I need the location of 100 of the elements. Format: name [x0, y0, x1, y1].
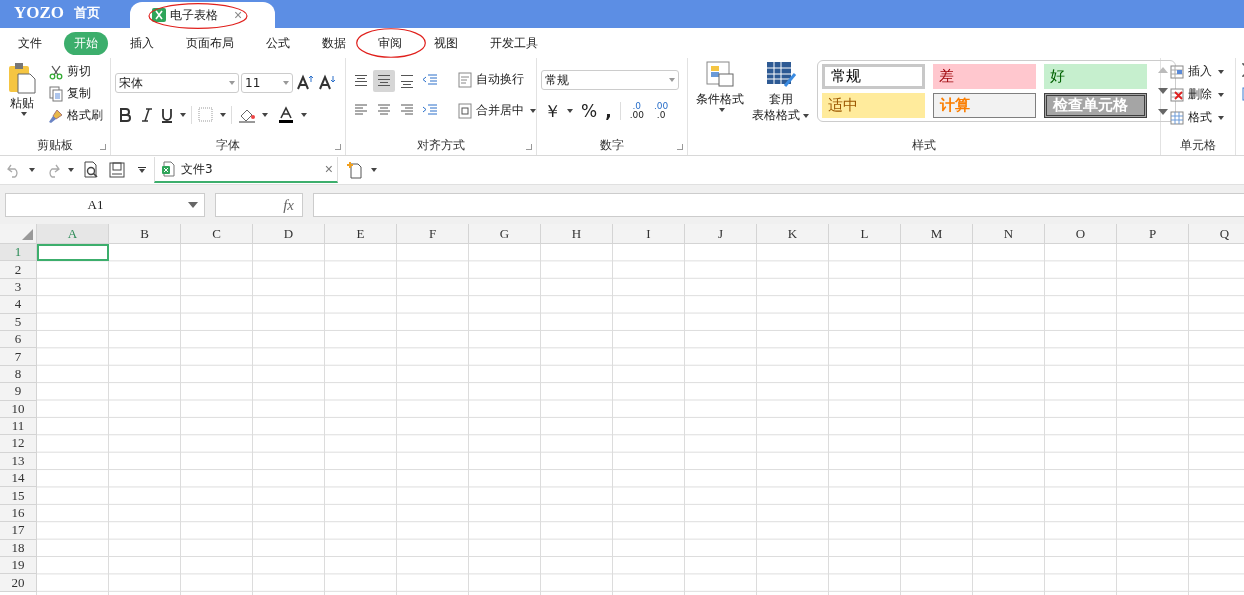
column-header[interactable]: E	[325, 224, 397, 244]
row-header[interactable]: 15	[0, 487, 37, 505]
cell-style-option[interactable]: 常规	[822, 64, 925, 89]
file-tab[interactable]: 文件3 ×	[154, 157, 338, 183]
column-header[interactable]: N	[973, 224, 1045, 244]
merge-cells-icon	[457, 102, 473, 119]
document-tab[interactable]: 电子表格 ×	[130, 2, 276, 28]
cell-style-option[interactable]: 差	[933, 64, 1036, 89]
dialog-launcher-icon[interactable]	[677, 144, 683, 150]
number-format-dropdown[interactable]: 常规	[541, 70, 679, 90]
insert-cells-button[interactable]: 插入	[1167, 62, 1226, 81]
caret-icon	[1218, 69, 1224, 74]
align-middle-button[interactable]	[373, 70, 395, 92]
menu-tab[interactable]: 视图	[424, 31, 468, 55]
conditional-format-icon	[705, 60, 735, 90]
menu-tab[interactable]: 插入	[120, 31, 164, 55]
column-header[interactable]: P	[1117, 224, 1189, 244]
column-header[interactable]: B	[109, 224, 181, 244]
merge-center-button[interactable]: 合并居中	[455, 101, 538, 120]
column-header[interactable]: D	[253, 224, 325, 244]
align-indent-icon	[423, 104, 437, 118]
row-header[interactable]: 12	[0, 435, 37, 453]
menu-tab[interactable]: 公式	[256, 31, 300, 55]
column-header[interactable]: C	[181, 224, 253, 244]
row-header[interactable]: 20	[0, 574, 37, 592]
copy-button[interactable]: 复制	[46, 84, 105, 103]
column-header[interactable]: M	[901, 224, 973, 244]
menu-tab[interactable]: 数据	[312, 31, 356, 55]
column-header[interactable]: J	[685, 224, 757, 244]
caret-icon	[283, 81, 289, 85]
caret-icon	[718, 108, 725, 112]
font-name-dropdown[interactable]: 宋体	[115, 73, 239, 93]
column-header[interactable]: F	[397, 224, 469, 244]
group-label: 剪贴板	[37, 138, 73, 152]
caret-icon	[180, 113, 186, 117]
save-icon[interactable]	[108, 161, 126, 179]
selected-cell[interactable]	[37, 244, 109, 262]
grow-font-icon[interactable]	[295, 74, 315, 92]
close-button[interactable]: ×	[324, 161, 333, 177]
group-label: 字体	[216, 138, 240, 152]
border-icon[interactable]	[197, 106, 215, 124]
column-header[interactable]: O	[1045, 224, 1117, 244]
column-header[interactable]: A	[37, 224, 109, 244]
shrink-font-icon[interactable]	[317, 74, 337, 92]
table-format-button[interactable]: 套用 表格格式	[748, 60, 813, 122]
app-logo: YOZO	[14, 3, 65, 23]
column-header[interactable]: H	[541, 224, 613, 244]
caret-icon	[68, 168, 74, 172]
font-size-dropdown[interactable]: 11	[241, 73, 293, 93]
format-cells-button[interactable]: 格式	[1167, 108, 1226, 127]
comma-button[interactable]: ,	[602, 101, 615, 121]
caret-icon	[1218, 92, 1224, 97]
dialog-launcher-icon[interactable]	[335, 144, 341, 150]
row-header[interactable]: 2	[0, 261, 37, 279]
font-color-icon[interactable]	[276, 106, 296, 124]
brush-button[interactable]: 格式刷	[46, 106, 105, 125]
customize-menu-icon[interactable]	[138, 167, 146, 173]
decrease-decimal-button[interactable]: .00 .0	[649, 102, 673, 120]
row-header[interactable]: 1	[0, 244, 37, 262]
caret-icon	[301, 113, 307, 117]
caret-icon	[262, 113, 268, 117]
column-header[interactable]: G	[469, 224, 541, 244]
percent-button[interactable]: %	[578, 101, 601, 121]
dialog-launcher-icon[interactable]	[100, 144, 106, 150]
currency-button[interactable]: ￥	[541, 99, 576, 123]
align-top-icon	[354, 74, 368, 88]
row-header[interactable]: 9	[0, 383, 37, 401]
paste-button[interactable]: 粘贴	[4, 62, 40, 116]
column-header[interactable]: K	[757, 224, 829, 244]
conditional-format-button[interactable]: 条件格式	[692, 60, 748, 112]
close-button[interactable]: ×	[234, 7, 243, 23]
row-header[interactable]: 19	[0, 557, 37, 575]
caret-icon	[803, 113, 809, 118]
cell-style-option[interactable]: 好	[1044, 64, 1147, 89]
menu-tab[interactable]: 文件	[8, 31, 52, 55]
cell-style-option[interactable]: 适中	[822, 93, 925, 118]
wrap-text-button[interactable]: 自动换行	[455, 70, 538, 89]
menu-tab[interactable]: 页面布局	[176, 31, 244, 55]
cut-button[interactable]: 剪切	[46, 62, 105, 81]
align-outdent-icon	[423, 74, 437, 88]
column-header[interactable]: L	[829, 224, 901, 244]
increase-decimal-button[interactable]: .0 .00	[625, 102, 648, 120]
column-header[interactable]: Q	[1189, 224, 1244, 244]
formula-input-field[interactable]	[313, 192, 1244, 217]
menu-tab[interactable]: 开发工具	[480, 31, 548, 55]
new-file-icon[interactable]	[346, 161, 364, 179]
row-header[interactable]: 17	[0, 522, 37, 540]
align-left-icon	[354, 104, 368, 118]
row-header[interactable]: 7	[0, 348, 37, 366]
name-box[interactable]: A1	[5, 192, 205, 217]
column-header[interactable]: I	[613, 224, 685, 244]
delete-cells-button[interactable]: 删除	[1167, 85, 1226, 104]
row-header[interactable]: 14	[0, 470, 37, 488]
dialog-launcher-icon[interactable]	[526, 144, 532, 150]
underline-icon[interactable]	[159, 106, 175, 124]
group-label: 单元格	[1180, 138, 1216, 152]
row-header[interactable]: 4	[0, 296, 37, 314]
insert-function-button[interactable]: fx	[215, 192, 303, 217]
delete-icon	[1169, 86, 1185, 103]
print-preview-icon[interactable]	[82, 161, 100, 179]
